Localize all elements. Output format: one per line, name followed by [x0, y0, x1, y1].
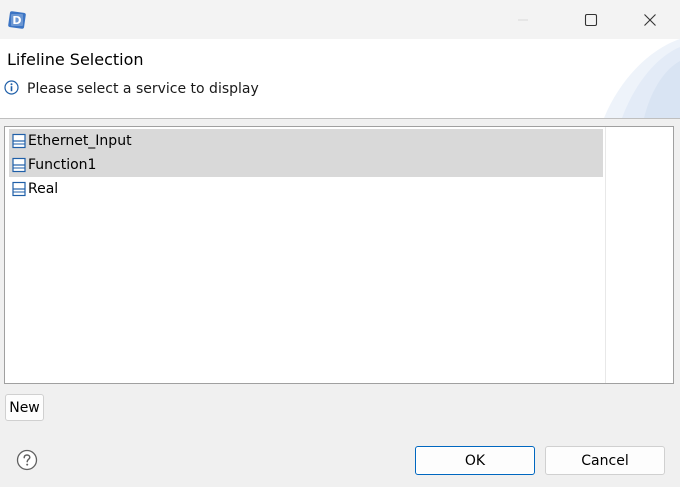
list-item-label: Ethernet_Input [28, 133, 132, 149]
info-icon [4, 80, 19, 95]
maximize-button[interactable] [568, 0, 614, 39]
lifeline-icon [12, 157, 26, 173]
new-button[interactable]: New [5, 394, 44, 421]
maximize-icon [584, 13, 598, 26]
lifeline-icon [12, 181, 26, 197]
minimize-button[interactable] [500, 0, 546, 39]
list-column-divider [605, 127, 606, 383]
svg-text:D: D [12, 14, 21, 27]
page-title: Lifeline Selection [7, 50, 144, 69]
list-item[interactable]: Ethernet_Input [9, 129, 603, 153]
close-icon [644, 13, 656, 26]
list-item[interactable]: Real [9, 177, 603, 201]
list-item-label: Function1 [28, 157, 97, 173]
banner-decoration [604, 39, 680, 118]
help-icon[interactable] [16, 449, 38, 471]
lifeline-icon [12, 133, 26, 149]
close-button[interactable] [627, 0, 673, 39]
ok-button[interactable]: OK [415, 446, 535, 475]
cancel-button[interactable]: Cancel [545, 446, 665, 475]
title-bar: D [0, 0, 680, 39]
header-message: Please select a service to display [27, 81, 259, 97]
dialog-header: Lifeline Selection Please select a servi… [0, 39, 680, 118]
list-item[interactable]: Function1 [9, 153, 603, 177]
header-separator [0, 118, 680, 119]
minimize-icon [518, 19, 528, 20]
list-item-label: Real [28, 181, 59, 197]
service-list[interactable]: Ethernet_Input Function1 Real [4, 126, 674, 384]
d-logo-icon: D [8, 11, 26, 29]
